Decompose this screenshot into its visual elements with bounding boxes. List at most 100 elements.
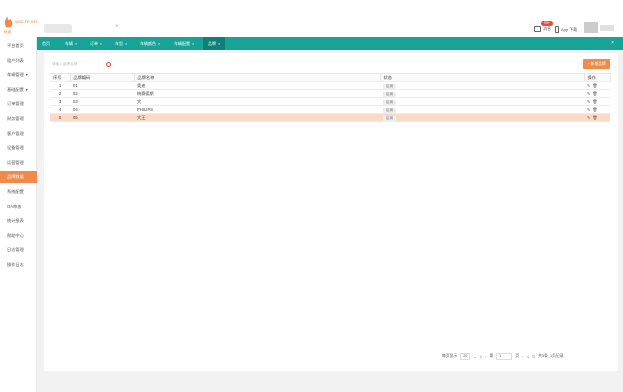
cell-actions: ✎ 🗑: [584, 113, 610, 122]
avatar[interactable]: [584, 22, 598, 33]
chevron-down-icon: ⌄: [473, 354, 477, 359]
tab[interactable]: 订单 ×: [85, 37, 107, 50]
delete-icon[interactable]: 🗑: [592, 91, 597, 96]
tab[interactable]: 车辆 ×: [60, 37, 82, 50]
delete-icon[interactable]: 🗑: [592, 115, 597, 120]
status-badge: 启用: [383, 116, 397, 121]
cell-status: 启用: [380, 89, 584, 98]
last-page-icon[interactable]: ›|: [526, 354, 528, 359]
delete-icon[interactable]: 🗑: [592, 83, 597, 88]
tab[interactable]: 车辆配置 ×: [169, 37, 199, 50]
sidebar-item[interactable]: 客户管理: [0, 128, 37, 140]
search-input[interactable]: 请输入品牌名称: [50, 60, 102, 69]
tab-close-icon[interactable]: ×: [218, 41, 220, 46]
close-all-tabs-icon[interactable]: ×: [611, 37, 614, 50]
add-brand-button[interactable]: + 新增品牌: [583, 59, 610, 69]
next-page-icon[interactable]: ›: [522, 354, 523, 359]
tab[interactable]: 首页: [37, 37, 55, 50]
prev-page-icon[interactable]: ‹: [485, 354, 486, 359]
total-records: 共5条, 1页记录: [538, 354, 564, 358]
page-size-select[interactable]: 20: [460, 353, 471, 360]
tab[interactable]: 车辆颜色 ×: [135, 37, 165, 50]
sidebar-item[interactable]: OA审核: [0, 201, 37, 213]
sidebar-item-label: 基础配置: [7, 86, 24, 92]
page-label: 第: [489, 354, 494, 358]
column-header-status[interactable]: 状态: [380, 73, 585, 82]
edit-icon[interactable]: ✎: [587, 83, 590, 88]
sidebar-item-label: 品牌数据: [7, 174, 24, 180]
sidebar-item[interactable]: 操作日志: [0, 259, 37, 271]
brand-subtitle: 轨道: [4, 30, 11, 34]
sidebar-item[interactable]: 车辆管理 ▾: [0, 69, 37, 81]
tab[interactable]: 品牌 ×: [203, 37, 226, 50]
page-suffix: 页: [515, 354, 520, 358]
delete-icon[interactable]: 🗑: [592, 99, 597, 104]
top-bar: #85CFE 033 轨道 × 消息 99+ App 下载: [0, 0, 623, 37]
cell-index: 3: [50, 97, 70, 106]
column-header-index[interactable]: 序号: [50, 73, 71, 82]
user-name[interactable]: [600, 25, 614, 31]
sidebar-item-label: 租户列表: [7, 57, 24, 63]
main-panel: 请输入品牌名称 + 新增品牌 序号 品牌编码 品牌名称 状态 操作 1 01 奥迪启…: [44, 53, 618, 371]
sidebar: 平台首页租户列表车辆管理 ▾ 基础配置 ▾ 订单管理财务管理客户管理设备管理运营管理品牌…: [0, 37, 37, 392]
tab-close-icon[interactable]: ×: [158, 41, 160, 46]
cell-actions: ✎ 🗑: [584, 97, 610, 106]
edit-icon[interactable]: ✎: [587, 99, 590, 104]
sidebar-item[interactable]: 运营管理: [0, 157, 37, 169]
tab-bar: × 首页 车辆 × 订单 × 车型 × 车辆颜色 × 车辆配置 × 品牌 ×: [37, 37, 623, 50]
tab-label: 首页: [42, 41, 50, 46]
column-header-code[interactable]: 品牌编码: [70, 73, 135, 82]
cell-code: 03: [70, 97, 134, 106]
close-icon[interactable]: ×: [115, 24, 119, 30]
tab-label: 品牌: [208, 41, 216, 46]
table-row[interactable]: 1 01 奥迪 启用 ✎ 🗑: [50, 81, 610, 90]
page-input[interactable]: 1: [496, 353, 513, 360]
chevron-down-icon: ▾: [25, 86, 28, 92]
table-row[interactable]: 2 02 梅赛德斯 启用 ✎ 🗑: [50, 89, 610, 98]
sidebar-item[interactable]: 订单管理: [0, 98, 37, 110]
tab[interactable]: 车型 ×: [110, 37, 132, 50]
cell-name: 大王: [134, 113, 380, 122]
tab-close-icon[interactable]: ×: [125, 41, 127, 46]
tab-close-icon[interactable]: ×: [75, 41, 77, 46]
sidebar-item[interactable]: 租户列表: [0, 55, 37, 67]
sidebar-item-label: 财务管理: [7, 116, 24, 121]
sidebar-item-label: 系统配置: [7, 189, 24, 194]
sidebar-item[interactable]: 设备管理: [0, 142, 37, 154]
first-page-icon[interactable]: |‹: [480, 354, 482, 359]
sidebar-item[interactable]: 系统配置: [0, 186, 37, 198]
cell-actions: ✎ 🗑: [584, 89, 610, 98]
edit-icon[interactable]: ✎: [587, 115, 590, 120]
tab-close-icon[interactable]: ×: [192, 41, 194, 46]
sidebar-item[interactable]: 统计报表: [0, 215, 37, 227]
table-row[interactable]: 3 03 大启用 ✎ 🗑: [50, 97, 610, 106]
brand-name: #85CFE 033: [15, 19, 38, 24]
sidebar-item[interactable]: 日志管理: [0, 244, 37, 256]
edit-icon[interactable]: ✎: [587, 107, 590, 112]
tab-label: 车辆颜色: [140, 41, 156, 46]
table-row[interactable]: 5 05 大王 启用 ✎ 🗑: [50, 113, 610, 122]
sidebar-item[interactable]: 帮助中心: [0, 230, 37, 242]
cell-status: 启用: [380, 105, 584, 114]
sidebar-item[interactable]: 平台首页: [0, 40, 37, 52]
app-download-button[interactable]: App 下载: [555, 26, 577, 33]
sidebar-item-label: 运营管理: [7, 159, 24, 165]
table-row[interactable]: 4 04 PHILIPS 启用 ✎ 🗑: [50, 105, 610, 114]
search-icon[interactable]: [106, 62, 111, 67]
sidebar-item[interactable]: 财务管理: [0, 113, 37, 125]
messages-button[interactable]: 消息: [534, 26, 551, 32]
sidebar-item-label: 统计报表: [7, 218, 24, 224]
cell-index: 5: [50, 113, 70, 122]
tab-close-icon[interactable]: ×: [100, 41, 102, 46]
column-header-name[interactable]: 品牌名称: [134, 73, 381, 82]
system-selector[interactable]: [44, 24, 72, 33]
page-size-label: 每页显示: [442, 354, 458, 358]
delete-icon[interactable]: 🗑: [592, 107, 597, 112]
cell-index: 1: [50, 81, 70, 90]
sidebar-item[interactable]: 基础配置 ▾: [0, 84, 37, 96]
refresh-icon[interactable]: ↻: [532, 354, 535, 359]
edit-icon[interactable]: ✎: [587, 91, 590, 96]
sidebar-item-label: 设备管理: [7, 145, 24, 151]
cell-actions: ✎ 🗑: [584, 81, 610, 90]
sidebar-item[interactable]: 品牌数据: [0, 171, 37, 184]
